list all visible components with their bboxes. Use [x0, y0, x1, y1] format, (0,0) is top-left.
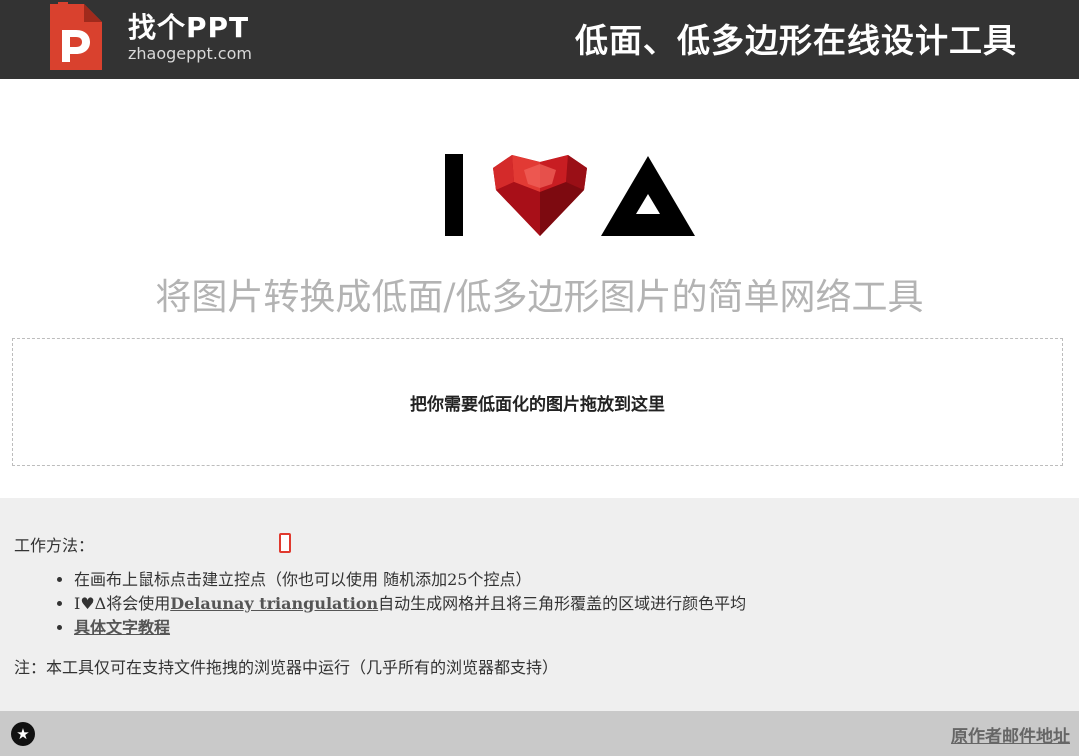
- list-item: I♥Δ将会使用Delaunay triangulation自动生成网格并且将三角…: [74, 592, 746, 616]
- letter-i-mark: [445, 154, 463, 236]
- list-item: 在画布上鼠标点击建立控点（你也可以使用 随机添加25个控点）: [74, 568, 746, 592]
- delaunay-link[interactable]: Delaunay triangulation: [170, 594, 378, 613]
- logo-domain: zhaogeppt.com: [128, 44, 252, 63]
- text-cursor-icon: [279, 533, 291, 553]
- instruction-list: 在画布上鼠标点击建立控点（你也可以使用 随机添加25个控点） I♥Δ将会使用De…: [54, 568, 746, 640]
- tutorial-link[interactable]: 具体文字教程: [74, 618, 170, 637]
- page-subtitle: 将图片转换成低面/低多边形图片的简单网络工具: [155, 277, 924, 318]
- ppt-logo-icon: [50, 2, 102, 70]
- page-title: 低面、低多边形在线设计工具: [575, 21, 1017, 60]
- instruction-suffix: 自动生成网格并且将三角形覆盖的区域进行颜色平均: [378, 594, 747, 613]
- black-triangle-icon: [601, 156, 695, 236]
- browser-note: 注：本工具仅可在支持文件拖拽的浏览器中运行（几乎所有的浏览器都支持）: [14, 658, 559, 677]
- method-label: 工作方法：: [14, 536, 95, 555]
- star-icon[interactable]: ★: [11, 722, 35, 746]
- list-item: 具体文字教程: [74, 616, 746, 640]
- instructions-panel: 工作方法： 在画布上鼠标点击建立控点（你也可以使用 随机添加25个控点） I♥Δ…: [0, 498, 1079, 711]
- i-love-delta-logo: [445, 154, 695, 236]
- author-email-link[interactable]: 原作者邮件地址: [951, 722, 1070, 747]
- image-drop-zone[interactable]: 把你需要低面化的图片拖放到这里: [12, 338, 1063, 466]
- instruction-prefix: I♥Δ将会使用: [74, 594, 171, 613]
- footer-bar: ★ 原作者邮件地址: [0, 711, 1079, 756]
- red-faceted-heart-icon: [493, 155, 587, 236]
- instruction-text: 在画布上鼠标点击建立控点（你也可以使用 随机添加25个控点）: [74, 570, 532, 589]
- drop-zone-label: 把你需要低面化的图片拖放到这里: [410, 394, 665, 415]
- logo-name: 找个PPT: [128, 11, 250, 44]
- top-bar: 找个PPT zhaogeppt.com 低面、低多边形在线设计工具: [0, 0, 1079, 79]
